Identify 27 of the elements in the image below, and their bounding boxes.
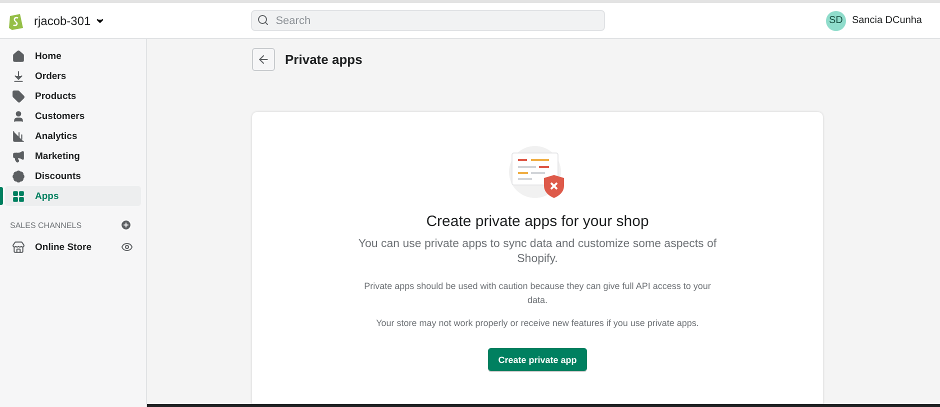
add-icon[interactable] xyxy=(120,219,132,231)
nav-icon xyxy=(12,170,25,182)
back-arrow-icon xyxy=(257,53,270,66)
create-private-app-button[interactable]: Create private app xyxy=(488,348,587,371)
bag-logo-icon xyxy=(8,12,24,30)
user-name[interactable]: Sancia DCunha xyxy=(852,15,922,26)
nav-icon xyxy=(12,110,25,122)
nav-icon xyxy=(12,130,25,142)
empty-state-note: Your store may not work properly or receive new features if you use private apps. xyxy=(375,317,700,330)
user-avatar[interactable]: SD xyxy=(826,10,846,30)
nav-icon xyxy=(12,90,25,102)
back-button[interactable] xyxy=(252,48,275,71)
empty-state-note: Private apps should be used with caution because they can give full API access to your data. xyxy=(363,280,712,307)
search-icon xyxy=(256,14,269,26)
store-name[interactable]: rjacob-301 xyxy=(34,14,91,28)
page-title: Private apps xyxy=(285,52,362,67)
empty-state-heading: Create private apps for your shop xyxy=(426,213,649,230)
empty-state-description: You can use private apps to sync data and customize some aspects of Shopify. xyxy=(358,237,718,267)
nav-icon xyxy=(12,50,25,62)
section-heading: SALES CHANNELS xyxy=(10,220,82,230)
eye-icon[interactable] xyxy=(121,241,133,253)
private-apps-illustration xyxy=(508,145,566,201)
nav-icon xyxy=(12,150,25,162)
store-icon xyxy=(12,240,25,254)
nav-icon xyxy=(12,70,25,82)
nav-icon xyxy=(12,190,25,202)
search-field[interactable]: Search xyxy=(250,10,605,31)
